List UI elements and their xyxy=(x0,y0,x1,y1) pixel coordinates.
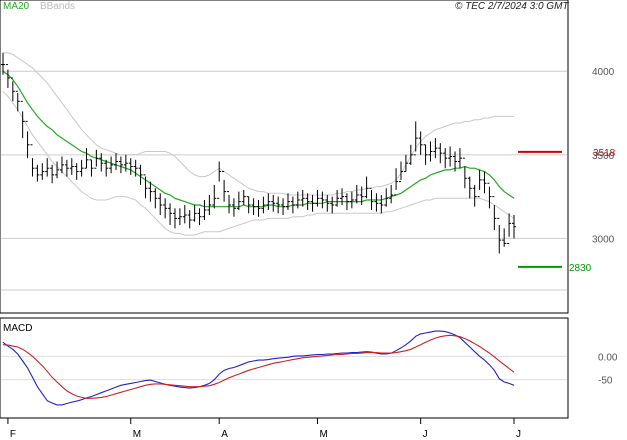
x-tick-label: F xyxy=(10,429,16,440)
time-axis: FMAMJJ xyxy=(7,418,521,440)
ma20-legend: MA20 xyxy=(3,1,30,12)
price-tick-label: 3000 xyxy=(592,234,615,245)
bbands-legend: BBands xyxy=(40,1,75,12)
x-tick-label: M xyxy=(133,429,141,440)
timestamp: © TEC 2/7/2024 3:0 GMT xyxy=(455,1,569,12)
stock-chart: MA20 BBands © TEC 2/7/2024 3:0 GMT 35182… xyxy=(0,0,618,440)
macd-panel xyxy=(0,317,569,419)
x-tick-label: J xyxy=(516,429,521,440)
x-tick-label: A xyxy=(221,429,228,440)
price-axis: 4000 3500 3000 xyxy=(592,67,615,245)
x-tick-label: J xyxy=(423,429,428,440)
price-tick-label: 4000 xyxy=(592,67,615,78)
x-tick-label: M xyxy=(319,429,327,440)
macd-tick-label: 0.00 xyxy=(598,352,618,363)
price-panel xyxy=(0,0,569,314)
macd-axis: 0.00 -50 xyxy=(598,352,618,386)
macd-tick-label: -50 xyxy=(598,376,613,387)
support-label: 2830 xyxy=(569,263,592,274)
macd-title: MACD xyxy=(3,323,32,334)
price-tick-label: 3500 xyxy=(592,151,615,162)
